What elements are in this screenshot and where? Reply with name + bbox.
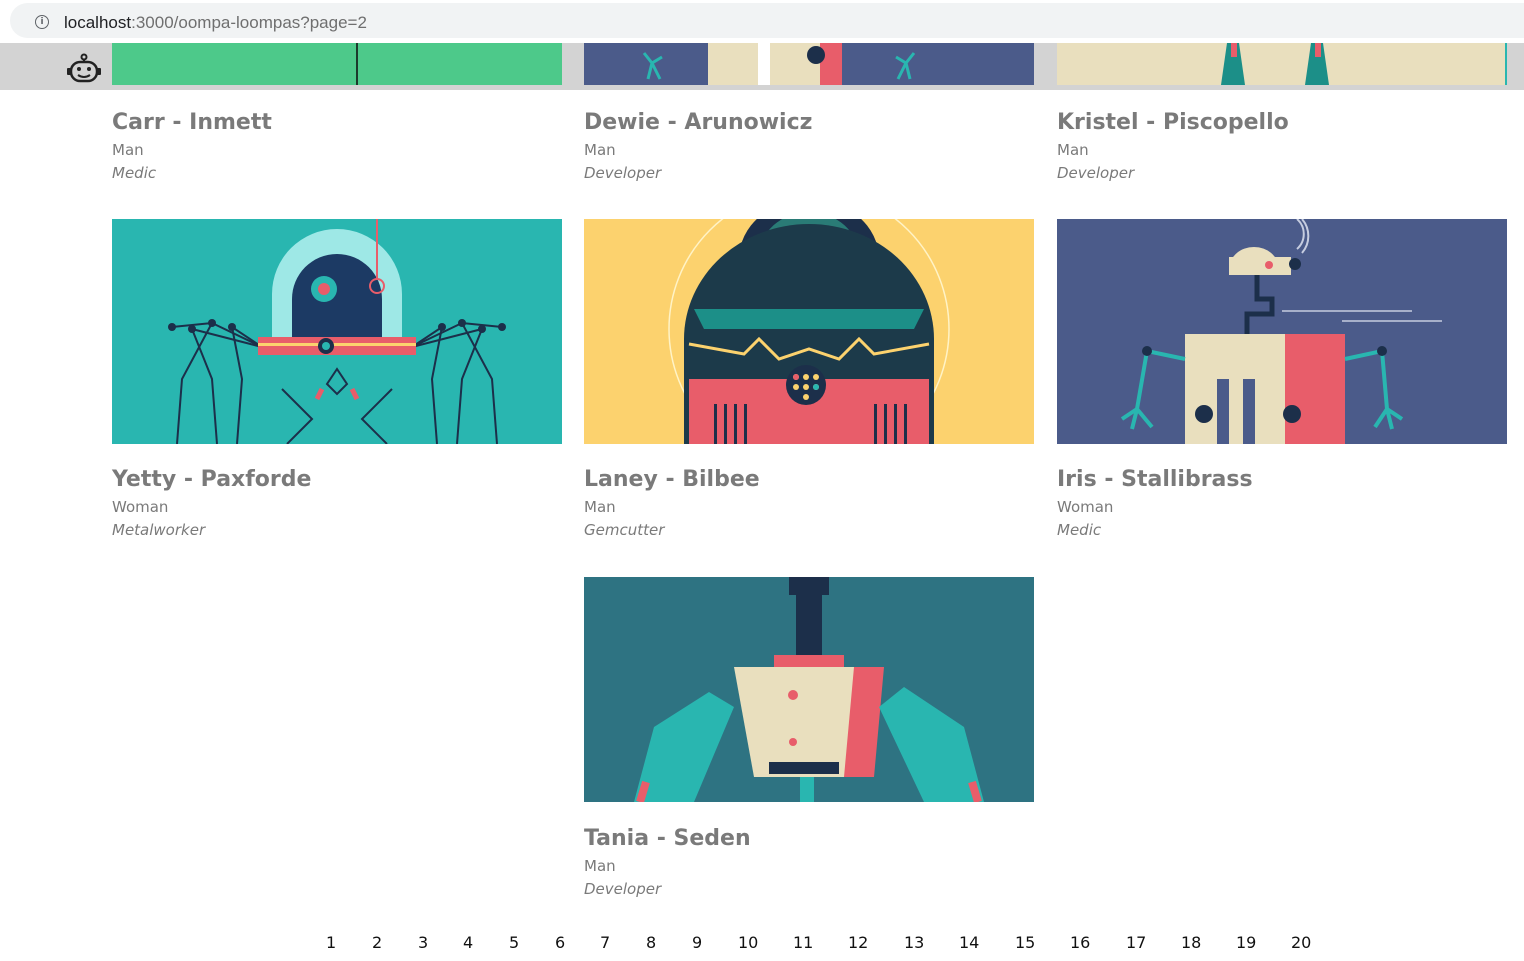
page-link[interactable]: 7 [600,933,610,952]
card-info: Tania - Seden Man Developer [584,826,1034,898]
page-link[interactable]: 11 [793,933,813,952]
card-name[interactable]: Dewie - Arunowicz [584,110,1034,135]
card-name[interactable]: Laney - Bilbee [584,467,1034,492]
card-gender: Man [584,857,616,875]
card-profession: Medic [1057,521,1102,539]
page-link[interactable]: 2 [372,933,382,952]
page-link[interactable]: 5 [509,933,519,952]
card-image[interactable] [584,219,1034,444]
page-link[interactable]: 4 [463,933,473,952]
card-name[interactable]: Iris - Stallibrass [1057,467,1507,492]
info-icon[interactable]: i [35,15,49,29]
url-path: :3000/oompa-loompas?page=2 [131,13,367,32]
card-gender: Man [112,141,144,159]
app-header [0,43,1524,90]
card-profession: Developer [584,880,662,898]
page-link[interactable]: 12 [848,933,868,952]
page-link[interactable]: 8 [646,933,656,952]
card-gender: Man [1057,141,1089,159]
card-gender: Woman [112,498,169,516]
card-profession: Gemcutter [584,521,665,539]
card-name[interactable]: Carr - Inmett [112,110,562,135]
card-info: Iris - Stallibrass Woman Medic [1057,467,1507,539]
page-link[interactable]: 9 [692,933,702,952]
card-profession: Metalworker [112,521,206,539]
page-link[interactable]: 1 [326,933,336,952]
card-name[interactable]: Tania - Seden [584,826,1034,851]
card-info: Laney - Bilbee Man Gemcutter [584,467,1034,539]
page-link[interactable]: 17 [1126,933,1146,952]
page-link[interactable]: 13 [904,933,924,952]
card-image[interactable] [584,577,1034,802]
page-link[interactable]: 20 [1291,933,1311,952]
card-gender: Woman [1057,498,1114,516]
card-profession: Medic [112,164,157,182]
card-info: Kristel - Piscopello Man Developer [1057,110,1507,182]
card-image[interactable] [112,219,562,444]
page-link[interactable]: 16 [1070,933,1090,952]
card-profession: Developer [584,164,662,182]
url-host: localhost [64,13,132,32]
page-link[interactable]: 10 [738,933,758,952]
page-link[interactable]: 6 [555,933,565,952]
page-link[interactable]: 14 [959,933,979,952]
page-link[interactable]: 19 [1236,933,1256,952]
card-name[interactable]: Kristel - Piscopello [1057,110,1507,135]
card-info: Dewie - Arunowicz Man Developer [584,110,1034,182]
address-field[interactable]: i localhost:3000/oompa-loompas?page=2 [10,3,1524,38]
card-info: Carr - Inmett Man Medic [112,110,562,182]
browser-url-bar: i localhost:3000/oompa-loompas?page=2 [0,0,1524,43]
card-image[interactable] [1057,219,1507,444]
page-link[interactable]: 18 [1181,933,1201,952]
robot-logo-icon[interactable] [66,53,102,83]
card-profession: Developer [1057,164,1135,182]
page-link[interactable]: 3 [418,933,428,952]
card-gender: Man [584,498,616,516]
top-card-image-3[interactable] [1057,43,1507,85]
card-info: Yetty - Paxforde Woman Metalworker [112,467,562,539]
card-gender: Man [584,141,616,159]
top-card-image-1[interactable] [112,43,562,85]
url-text[interactable]: localhost:3000/oompa-loompas?page=2 [64,13,367,33]
page-link[interactable]: 15 [1015,933,1035,952]
pagination: 1 2 3 4 5 6 7 8 9 10 11 12 13 14 15 16 1… [0,933,1524,957]
card-name[interactable]: Yetty - Paxforde [112,467,562,492]
top-card-image-2[interactable] [584,43,1034,85]
